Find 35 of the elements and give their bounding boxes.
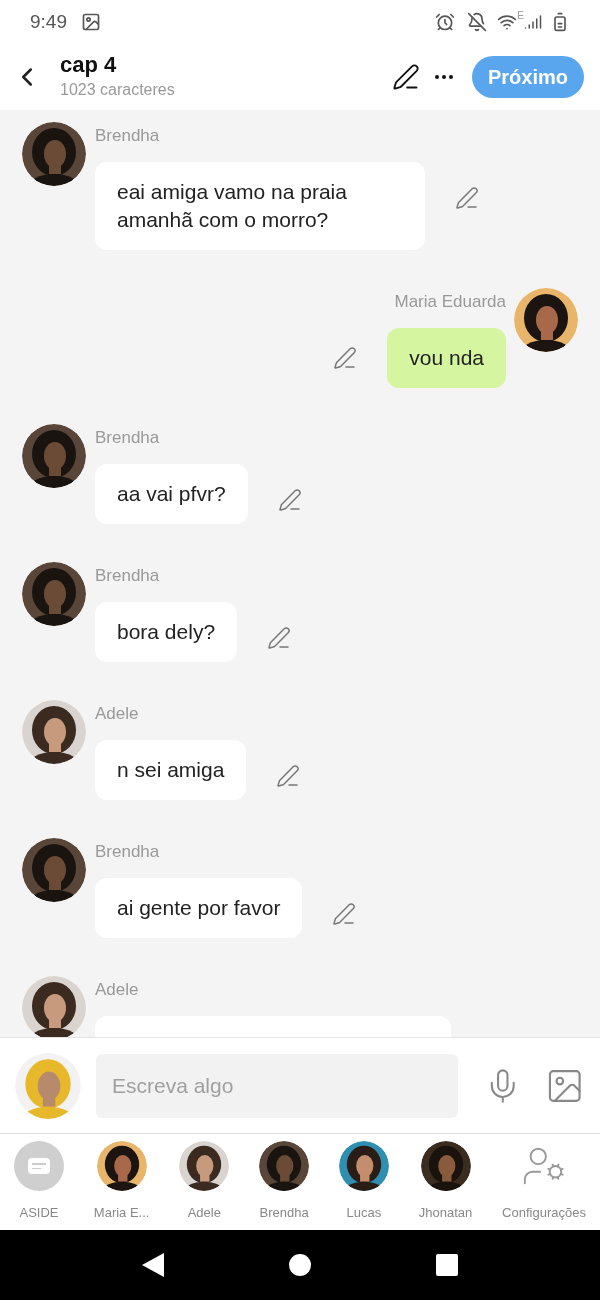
- message-bubble: ai gente por favor: [95, 878, 303, 938]
- bell-off-icon: [467, 12, 488, 32]
- character-label[interactable]: Lucas: [346, 1203, 382, 1223]
- message-bubble: eai amiga vamo na praia amanhã com o morro?: [95, 162, 425, 250]
- author-name: Brendha: [95, 841, 160, 863]
- author-name: Brendha: [95, 125, 160, 147]
- message-bubble: aa vai pfvr?: [95, 464, 248, 524]
- message-bubble: vou nda: [387, 328, 506, 388]
- author-name: Adele: [95, 979, 139, 1001]
- chapter-title: cap 4: [60, 52, 118, 78]
- author-name: Brendha: [95, 427, 160, 449]
- status-time: 9:49: [30, 9, 67, 34]
- wifi-icon: [497, 12, 518, 32]
- character-label[interactable]: Adele: [187, 1203, 221, 1223]
- character-count: 1023 caracteres: [60, 80, 175, 100]
- message-bubble: bora dely?: [95, 602, 238, 662]
- author-name: Brendha: [95, 565, 160, 587]
- network-type: E: [517, 9, 524, 23]
- author-name: Maria Eduarda: [394, 291, 506, 313]
- author-name: Adele: [95, 703, 139, 725]
- message-bubble: n sei amiga: [95, 740, 247, 800]
- next-button[interactable]: Próximo: [471, 56, 584, 98]
- character-label[interactable]: Brendha: [259, 1203, 309, 1223]
- alarm-icon: [435, 12, 456, 32]
- message-input[interactable]: Escreva algo: [96, 1053, 458, 1118]
- character-label[interactable]: ASIDE: [19, 1203, 59, 1223]
- character-label[interactable]: Jhonatan: [418, 1203, 473, 1223]
- home-nav-icon[interactable]: [289, 1254, 311, 1276]
- edit-icon[interactable]: [391, 63, 420, 91]
- recents-nav-icon[interactable]: [435, 1254, 458, 1276]
- character-label[interactable]: Maria E...: [93, 1203, 150, 1223]
- signal-icon: [524, 13, 542, 31]
- character-label[interactable]: Configurações: [502, 1203, 586, 1223]
- image-icon: [81, 12, 101, 32]
- back-nav-icon[interactable]: [142, 1253, 165, 1277]
